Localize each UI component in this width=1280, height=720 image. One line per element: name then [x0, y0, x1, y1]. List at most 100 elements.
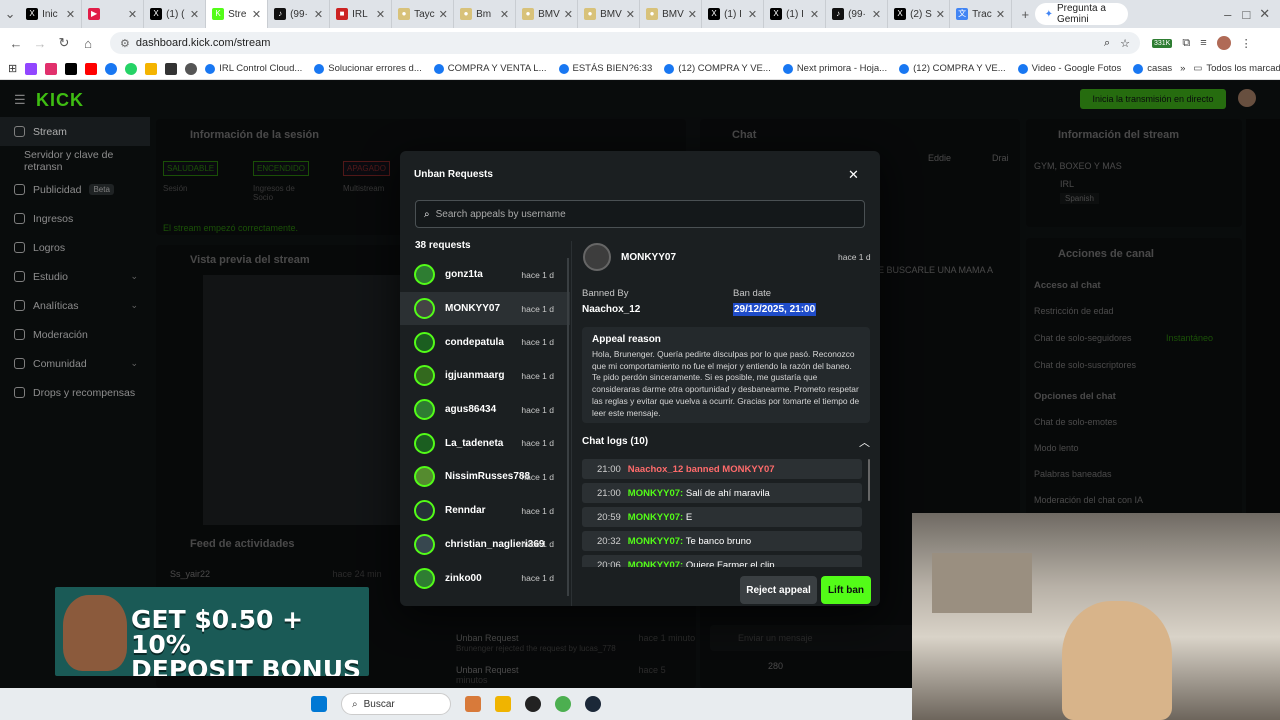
- sidebar-item[interactable]: Servidor y clave de retransn: [0, 146, 150, 175]
- tab-close-icon[interactable]: ✕: [688, 8, 697, 21]
- tab-close-icon[interactable]: ✕: [66, 8, 75, 21]
- bookmark-icon[interactable]: [165, 62, 178, 75]
- hamburger-menu-icon[interactable]: ☰: [14, 92, 26, 108]
- request-item[interactable]: gonz1ta hace 1 d: [400, 258, 570, 292]
- file-explorer-icon[interactable]: [495, 696, 511, 712]
- bookmark-star-icon[interactable]: ☆: [1120, 37, 1130, 50]
- extension-icon[interactable]: 331K: [1152, 38, 1173, 48]
- browser-tab[interactable]: ● Tayc ✕: [392, 0, 455, 28]
- microsoft-icon[interactable]: [145, 62, 158, 75]
- action-row[interactable]: Chat de solo-suscriptores: [1034, 360, 1136, 370]
- request-item[interactable]: Renndar hace 1 d: [400, 494, 570, 528]
- all-bookmarks-folder[interactable]: ▭Todos los marcadores: [1193, 63, 1280, 74]
- zoom-icon[interactable]: ⌕: [1104, 37, 1110, 50]
- tab-close-icon[interactable]: ✕: [810, 8, 819, 21]
- browser-tab[interactable]: X (2) S ✕: [888, 0, 951, 28]
- tab-close-icon[interactable]: ✕: [439, 8, 448, 21]
- twitch-icon[interactable]: [25, 62, 38, 75]
- tab-close-icon[interactable]: ✕: [252, 8, 261, 21]
- bookmark-item[interactable]: (12) COMPRA Y VE...: [899, 63, 1006, 74]
- sidebar-item[interactable]: Ingresos: [0, 204, 150, 233]
- tab-close-icon[interactable]: ✕: [626, 8, 635, 21]
- ad-banner[interactable]: GET $0.50 + 10% DEPOSIT BONUS: [55, 587, 369, 676]
- taskbar-search[interactable]: ⌕ Buscar: [341, 693, 451, 715]
- browser-tab[interactable]: ● BMV ✕: [516, 0, 579, 28]
- obs-icon[interactable]: [525, 696, 541, 712]
- lift-ban-button[interactable]: Lift ban: [821, 576, 871, 604]
- request-item[interactable]: MONKYY07 hace 1 d: [400, 291, 570, 326]
- browser-tab[interactable]: ♪ (99· ✕: [826, 0, 889, 28]
- bookmark-item[interactable]: IRL Control Cloud...: [205, 63, 302, 74]
- home-icon[interactable]: ⌂: [76, 36, 100, 51]
- browser-tab[interactable]: 文 Trac ✕: [950, 0, 1013, 28]
- tab-close-icon[interactable]: ✕: [376, 8, 385, 21]
- action-row[interactable]: Chat de solo-emotes: [1034, 417, 1117, 427]
- facebook-icon[interactable]: [105, 62, 118, 75]
- tab-close-icon[interactable]: ✕: [564, 8, 573, 21]
- close-window-icon[interactable]: ✕: [1256, 6, 1275, 22]
- request-item[interactable]: condepatula hace 1 d: [400, 325, 570, 359]
- windows-start-icon[interactable]: [311, 696, 327, 712]
- forward-icon[interactable]: →: [28, 36, 52, 51]
- browser-tab[interactable]: ● BMV ✕: [578, 0, 641, 28]
- address-bar[interactable]: ⚙ dashboard.kick.com/stream ⌕ ☆: [110, 32, 1140, 54]
- bookmark-item[interactable]: Video - Google Fotos: [1017, 63, 1121, 74]
- bookmark-item[interactable]: Solucionar errores d...: [314, 63, 422, 74]
- action-row[interactable]: Chat de solo-seguidores: [1034, 333, 1132, 343]
- sidebar-item[interactable]: Comunidad ⌄: [0, 349, 150, 378]
- browser-tab[interactable]: X (1) (✕: [144, 0, 207, 28]
- media-icon[interactable]: ≡: [1200, 37, 1206, 49]
- appeal-search-input[interactable]: ⌕ Search appeals by username: [415, 200, 865, 228]
- action-row[interactable]: Modo lento: [1034, 443, 1079, 453]
- bookmark-item[interactable]: casas: [1133, 63, 1172, 74]
- browser-tab[interactable]: K Stre ✕: [206, 0, 269, 28]
- browser-tab[interactable]: ▶ ✕: [82, 0, 145, 28]
- reload-icon[interactable]: ↻: [52, 35, 76, 51]
- browser-tab[interactable]: X Inic ✕: [20, 0, 83, 28]
- extensions-puzzle-icon[interactable]: ⧉: [1182, 37, 1190, 50]
- browser-tab[interactable]: X (1) I ✕: [764, 0, 827, 28]
- bookmark-item[interactable]: (12) COMPRA Y VE...: [664, 63, 771, 74]
- menu-kebab-icon[interactable]: ⋮: [1241, 37, 1252, 50]
- tab-close-icon[interactable]: ✕: [936, 8, 945, 21]
- sidebar-item[interactable]: Estudio ⌄: [0, 262, 150, 291]
- bookmark-item[interactable]: ESTÁS BIEN?6:33: [558, 63, 652, 74]
- sidebar-item[interactable]: Moderación: [0, 320, 150, 349]
- globe-icon[interactable]: [185, 62, 198, 75]
- tab-close-icon[interactable]: ✕: [128, 8, 137, 21]
- apps-grid-icon[interactable]: ⊞: [8, 62, 17, 75]
- request-item[interactable]: NissimRusses788 hace 1 d: [400, 460, 570, 494]
- request-item[interactable]: christian_naglieri369 hace 1 d: [400, 528, 570, 562]
- tab-close-icon[interactable]: ✕: [500, 8, 509, 21]
- youtube-icon[interactable]: [85, 62, 98, 75]
- browser-tab[interactable]: ♪ (99· ✕: [268, 0, 331, 28]
- tab-close-icon[interactable]: ✕: [748, 8, 757, 21]
- sidebar-item[interactable]: Analíticas ⌄: [0, 291, 150, 320]
- action-row[interactable]: Moderación del chat con IA: [1034, 495, 1143, 505]
- request-item[interactable]: La_tadeneta hace 1 d: [400, 426, 570, 460]
- whatsapp-icon[interactable]: [125, 62, 138, 75]
- browser-tab[interactable]: ■ IRL ✕: [330, 0, 393, 28]
- chat-logs-scrollbar[interactable]: [868, 459, 870, 501]
- reject-appeal-button[interactable]: Reject appeal: [740, 576, 817, 604]
- gemini-button[interactable]: ✦ Pregunta a Gemini: [1034, 3, 1129, 25]
- steam-icon[interactable]: [585, 696, 601, 712]
- tab-close-icon[interactable]: ✕: [872, 8, 881, 21]
- go-live-button[interactable]: Inicia la transmisión en directo: [1080, 89, 1226, 109]
- bookmark-item[interactable]: Next primora - Hoja...: [782, 63, 887, 74]
- new-tab-button[interactable]: +: [1016, 7, 1035, 22]
- site-info-icon[interactable]: ⚙: [120, 37, 130, 50]
- browser-tab[interactable]: X (1) I ✕: [702, 0, 765, 28]
- request-item[interactable]: zinko00 hace 1 d: [400, 561, 570, 595]
- browser-tab[interactable]: ● BMV ✕: [640, 0, 703, 28]
- request-item[interactable]: igjuanmaarg hace 1 d: [400, 359, 570, 393]
- more-bookmarks-icon[interactable]: »: [1180, 63, 1185, 74]
- request-list-scrollbar[interactable]: [567, 258, 569, 596]
- profile-avatar[interactable]: [1216, 36, 1231, 50]
- tab-close-icon[interactable]: ✕: [996, 8, 1005, 21]
- sidebar-item[interactable]: Stream: [0, 117, 150, 146]
- browser-tab[interactable]: ● Bm ✕: [454, 0, 517, 28]
- x-icon[interactable]: [65, 62, 78, 75]
- maximize-icon[interactable]: □: [1237, 7, 1256, 22]
- chrome-icon[interactable]: [555, 696, 571, 712]
